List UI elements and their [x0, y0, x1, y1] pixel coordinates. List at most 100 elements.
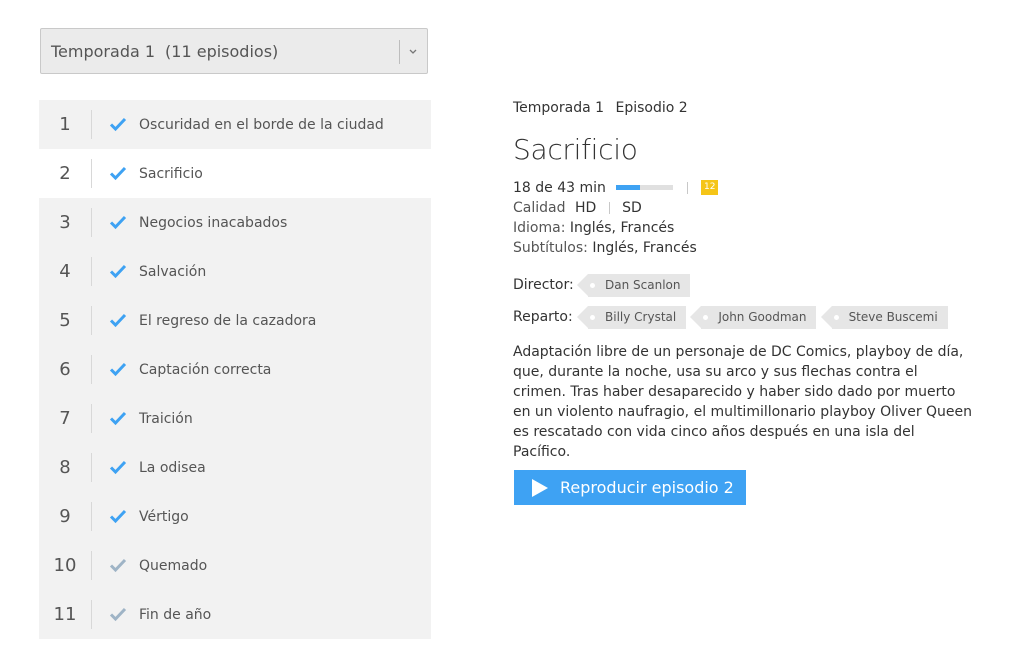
director-label: Director: — [513, 277, 574, 293]
checkmark-icon — [109, 458, 127, 476]
subtitles-value: Inglés, Francés — [592, 240, 697, 256]
episode-title-label: Sacrificio — [139, 166, 203, 182]
episode-number: 3 — [59, 212, 71, 233]
episode-row[interactable]: 8 La odisea — [39, 443, 431, 492]
director-row: Director: Dan Scanlon — [513, 274, 983, 300]
breadcrumb-episode-label: Episodio — [615, 100, 675, 116]
breadcrumb-season-label: Temporada — [513, 100, 591, 116]
episode-title-label: La odisea — [139, 460, 206, 476]
episode-row[interactable]: 6 Captación correcta — [39, 345, 431, 394]
episode-row[interactable]: 1 Oscuridad en el borde de la ciudad — [39, 100, 431, 149]
episode-row[interactable]: 3 Negocios inacabados — [39, 198, 431, 247]
chevron-down-icon[interactable] — [408, 42, 418, 62]
episode-title-label: Salvación — [139, 264, 207, 280]
progress-row: 18 de 43 min 12 — [513, 178, 983, 198]
divider — [91, 208, 92, 237]
play-icon — [532, 479, 548, 497]
language-row: Idioma: Inglés, Francés — [513, 218, 983, 238]
checkmark-icon — [109, 164, 127, 182]
episode-title-label: Captación correcta — [139, 362, 272, 378]
checkmark-icon — [109, 262, 127, 280]
credits: Director: Dan Scanlon Reparto: Billy Cry… — [513, 274, 983, 332]
episode-title-label: Negocios inacabados — [139, 215, 288, 231]
episode-title-label: Fin de año — [139, 607, 212, 623]
checkmark-icon — [109, 360, 127, 378]
language-label: Idioma: — [513, 220, 566, 236]
episode-list: 1 Oscuridad en el borde de la ciudad 2 Sacr… — [39, 100, 431, 639]
divider — [91, 600, 92, 629]
episode-title-label: El regreso de la cazadora — [139, 313, 317, 329]
checkmark-icon — [109, 409, 127, 427]
quality-row: Calidad HD SD — [513, 198, 983, 218]
select-divider — [399, 40, 400, 64]
play-episode-button[interactable]: Reproducir episodio 2 — [514, 470, 746, 505]
cast-tags: Billy Crystal John Goodman Steve Buscemi — [576, 306, 958, 329]
episode-row[interactable]: 2 Sacrificio — [39, 149, 431, 198]
episode-row[interactable]: 9 Vértigo — [39, 492, 431, 541]
episode-number: 4 — [59, 261, 71, 282]
episode-row[interactable]: 7 Traición — [39, 394, 431, 443]
divider — [686, 182, 688, 194]
episode-number: 7 — [59, 408, 71, 429]
play-button-label: Reproducir episodio 2 — [560, 478, 734, 497]
language-value: Inglés, Francés — [569, 220, 675, 236]
episode-number: 11 — [53, 604, 77, 625]
checkmark-icon — [109, 213, 127, 231]
quality-sd-option[interactable]: SD — [622, 200, 642, 216]
divider — [91, 453, 92, 482]
episode-number: 8 — [59, 457, 71, 478]
divider — [608, 202, 610, 214]
episode-number: 2 — [59, 163, 71, 184]
progress-text: 18 de 43 min — [513, 180, 606, 196]
divider — [91, 404, 92, 433]
divider — [91, 551, 92, 580]
episode-row[interactable]: 4 Salvación — [39, 247, 431, 296]
cast-tag[interactable]: John Goodman — [690, 306, 817, 329]
divider — [91, 159, 92, 188]
episode-number: 10 — [53, 555, 77, 576]
breadcrumb-season-num: 1 — [595, 100, 605, 116]
episode-title-label: Quemado — [139, 558, 208, 574]
checkmark-icon — [109, 556, 127, 574]
checkmark-icon — [109, 507, 127, 525]
subtitles-label: Subtítulos: — [513, 240, 588, 256]
quality-label: Calidad — [513, 200, 566, 216]
checkmark-icon — [109, 115, 127, 133]
episode-title-label: Traición — [139, 411, 193, 427]
episode-detail: Temporada 1 Episodio 2 Sacrificio 18 de … — [513, 98, 983, 505]
cast-tag[interactable]: Steve Buscemi — [820, 306, 948, 329]
divider — [91, 502, 92, 531]
breadcrumb: Temporada 1 Episodio 2 — [513, 98, 983, 118]
cast-label: Reparto: — [513, 309, 573, 325]
episode-number: 1 — [59, 114, 71, 135]
quality-hd-option[interactable]: HD — [575, 200, 596, 216]
episode-number: 9 — [59, 506, 71, 527]
season-select[interactable]: Temporada 1 (11 episodios) — [40, 28, 428, 74]
cast-row: Reparto: Billy Crystal John Goodman Stev… — [513, 306, 983, 332]
episode-title: Sacrificio — [513, 133, 638, 166]
divider — [91, 355, 92, 384]
episode-row[interactable]: 11 Fin de año — [39, 590, 431, 639]
episode-number: 5 — [59, 310, 71, 331]
season-select-value: Temporada 1 (11 episodios) — [51, 29, 278, 75]
checkmark-icon — [109, 311, 127, 329]
progress-fill — [616, 184, 641, 190]
season-select-label: Temporada 1 — [51, 42, 156, 61]
episode-number: 6 — [59, 359, 71, 380]
divider — [91, 306, 92, 335]
breadcrumb-episode-num: 2 — [678, 100, 688, 116]
cast-tag[interactable]: Billy Crystal — [576, 306, 687, 329]
episode-row[interactable]: 10 Quemado — [39, 541, 431, 590]
subtitles-row: Subtítulos: Inglés, Francés — [513, 238, 983, 258]
age-rating-badge: 12 — [701, 179, 719, 195]
divider — [91, 257, 92, 286]
episode-title-label: Vértigo — [139, 509, 189, 525]
director-tag[interactable]: Dan Scanlon — [576, 274, 691, 297]
episode-title-label: Oscuridad en el borde de la ciudad — [139, 117, 384, 133]
progress-bar — [616, 184, 674, 190]
synopsis: Adaptación libre de un personaje de DC C… — [513, 344, 973, 460]
season-select-count: (11 episodios) — [165, 42, 279, 61]
divider — [91, 110, 92, 139]
episode-row[interactable]: 5 El regreso de la cazadora — [39, 296, 431, 345]
checkmark-icon — [109, 605, 127, 623]
